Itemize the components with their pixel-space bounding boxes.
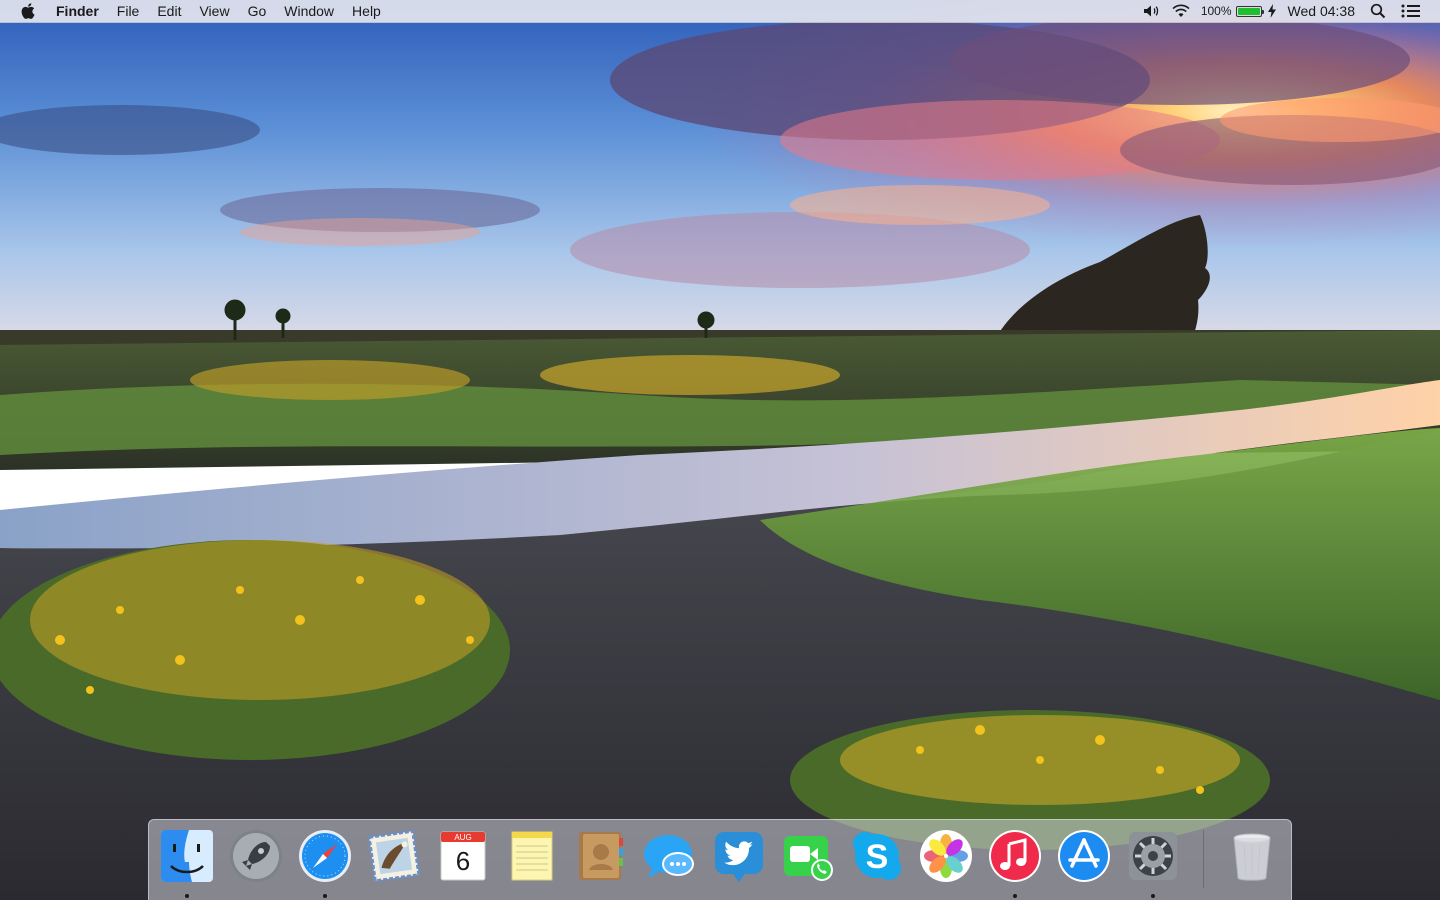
- calendar-icon: AUG 6: [440, 831, 486, 881]
- notification-center-icon[interactable]: [1391, 0, 1426, 22]
- menu-window[interactable]: Window: [275, 0, 343, 22]
- dock-item-system-preferences[interactable]: [1125, 828, 1181, 898]
- charging-icon: [1267, 4, 1276, 18]
- contacts-icon: [579, 832, 623, 880]
- dock-item-safari[interactable]: [297, 828, 353, 898]
- menu-bar: Finder File Edit View Go Window Help 100…: [0, 0, 1440, 23]
- dock: AUG 6 S: [148, 819, 1292, 900]
- dock-item-photos[interactable]: [918, 828, 974, 888]
- safari-icon: [299, 830, 351, 882]
- menu-help[interactable]: Help: [343, 0, 390, 22]
- clock[interactable]: Wed 04:38: [1282, 3, 1365, 19]
- dock-item-facetime[interactable]: [780, 828, 836, 888]
- dock-item-app-store[interactable]: [1056, 828, 1112, 888]
- launchpad-icon: [230, 830, 282, 882]
- battery-icon: [1235, 5, 1264, 17]
- dock-item-trash[interactable]: [1224, 828, 1280, 888]
- trash-icon: [1233, 833, 1271, 881]
- system-preferences-icon: [1129, 832, 1177, 880]
- running-indicator: [1013, 894, 1017, 898]
- dock-item-itunes[interactable]: [987, 828, 1043, 898]
- dock-item-twitter[interactable]: [711, 828, 767, 888]
- svg-text:S: S: [866, 838, 889, 876]
- notes-icon: [511, 831, 553, 881]
- mail-icon: [367, 829, 421, 883]
- itunes-icon: [989, 830, 1041, 882]
- dock-item-skype[interactable]: S: [849, 828, 905, 888]
- facetime-icon: [784, 836, 833, 881]
- menu-view[interactable]: View: [190, 0, 238, 22]
- battery-status[interactable]: 100%: [1196, 0, 1282, 22]
- menu-edit[interactable]: Edit: [148, 0, 190, 22]
- twitter-icon: [715, 832, 763, 882]
- messages-icon: [644, 835, 694, 878]
- wifi-icon[interactable]: [1166, 0, 1196, 22]
- running-indicator: [323, 894, 327, 898]
- running-indicator: [185, 894, 189, 898]
- menu-app-name[interactable]: Finder: [52, 0, 108, 22]
- dock-item-messages[interactable]: [642, 828, 698, 888]
- dock-item-contacts[interactable]: [573, 828, 629, 888]
- finder-icon: [161, 830, 213, 882]
- menu-file[interactable]: File: [108, 0, 149, 22]
- dock-item-launchpad[interactable]: [228, 828, 284, 888]
- dock-item-notes[interactable]: [504, 828, 560, 888]
- app-store-icon: [1058, 830, 1110, 882]
- dock-item-calendar[interactable]: AUG 6: [435, 828, 491, 888]
- calendar-day: 6: [456, 846, 470, 876]
- dock-item-finder[interactable]: [159, 828, 215, 898]
- photos-icon: [920, 830, 972, 882]
- menu-go[interactable]: Go: [239, 0, 276, 22]
- dock-separator: [1203, 830, 1204, 888]
- volume-icon[interactable]: [1138, 0, 1166, 22]
- skype-icon: S: [853, 832, 901, 880]
- calendar-month: AUG: [454, 833, 471, 842]
- apple-icon[interactable]: [18, 0, 38, 22]
- dock-item-mail[interactable]: [366, 828, 422, 888]
- battery-percent: 100%: [1200, 4, 1232, 18]
- running-indicator: [1151, 894, 1155, 898]
- desktop-wallpaper: [0, 0, 1440, 900]
- spotlight-search-icon[interactable]: [1365, 0, 1391, 22]
